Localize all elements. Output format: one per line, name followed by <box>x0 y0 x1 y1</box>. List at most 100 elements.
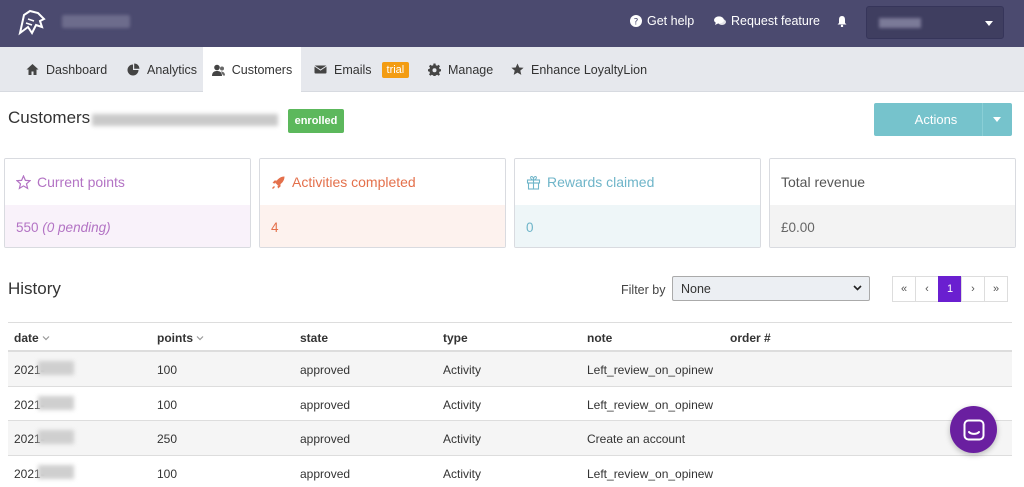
note-cell: Left_review_on_opinew <box>587 363 714 377</box>
sort-chevron-icon <box>42 336 50 341</box>
type-cell: Activity <box>443 466 482 481</box>
type-cell: Activity <box>443 397 482 412</box>
note-cell: Left_review_on_opinew <box>587 397 714 412</box>
star-icon <box>511 63 524 75</box>
column-label: date <box>14 331 39 345</box>
date-redacted <box>38 464 74 479</box>
gift-icon <box>526 175 541 190</box>
page-1-button[interactable]: 1 <box>938 276 962 302</box>
tab-label: Emails <box>334 62 372 77</box>
column-label: points <box>157 331 193 345</box>
next-page-button[interactable]: › <box>961 276 985 302</box>
tab-label: Dashboard <box>46 62 108 77</box>
actions-label: Actions <box>914 112 958 127</box>
chevron-down-icon <box>985 21 993 26</box>
points-cell: 100 <box>157 363 178 377</box>
card-label: Current points <box>37 174 125 190</box>
bell-icon <box>837 16 847 27</box>
card-label: Rewards claimed <box>547 174 655 190</box>
history-title: History <box>8 279 61 298</box>
caret-down-icon <box>993 117 1001 122</box>
envelope-icon <box>314 65 327 74</box>
actions-dropdown-toggle[interactable] <box>982 103 1012 136</box>
pie-chart-icon <box>127 63 140 76</box>
column-header-order: order # <box>730 331 771 345</box>
prev-page-button[interactable]: ‹ <box>915 276 939 302</box>
card-value: 550 (0 pending) <box>5 205 250 247</box>
table-row: 2021- 250 approved Activity Create an ac… <box>8 421 1012 456</box>
column-header-note: note <box>587 331 613 345</box>
points-value: 550 <box>16 219 39 235</box>
chat-icon <box>963 419 984 440</box>
state-cell: approved <box>300 397 351 412</box>
date-redacted <box>38 430 74 444</box>
home-icon <box>26 64 39 75</box>
tab-label: Enhance LoyaltyLion <box>531 62 648 77</box>
main-tabs: Dashboard Analytics Customers Emails tri… <box>0 47 1024 93</box>
tab-dashboard[interactable]: Dashboard <box>26 47 107 92</box>
tab-label: Analytics <box>147 62 198 77</box>
note-cell: Left_review_on_opinew <box>587 466 714 481</box>
chevron-down-icon <box>853 285 862 291</box>
table-row: 2021- 100 approved Activity Left_review_… <box>8 352 1012 387</box>
card-header: Rewards claimed <box>515 159 760 205</box>
pagination: « ‹ 1 › » <box>892 276 1008 302</box>
column-header-date[interactable]: date <box>14 331 50 345</box>
tab-manage[interactable]: Manage <box>428 47 493 92</box>
points-cell: 100 <box>157 397 178 412</box>
pending-points: (0 pending) <box>42 219 111 235</box>
request-feature-label: Request feature <box>731 14 820 28</box>
state-cell: approved <box>300 466 351 481</box>
actions-dropdown-button[interactable]: Actions <box>874 103 1012 136</box>
card-label: Total revenue <box>781 174 866 190</box>
notifications-button[interactable] <box>836 15 848 27</box>
column-header-points[interactable]: points <box>157 331 204 345</box>
comments-icon <box>714 16 726 25</box>
type-cell: Activity <box>443 432 482 446</box>
card-value: 4 <box>260 205 505 247</box>
sort-chevron-icon <box>196 336 204 341</box>
points-cell: 100 <box>157 466 178 481</box>
state-cell: approved <box>300 363 351 377</box>
account-name-redacted <box>879 18 921 28</box>
state-cell: approved <box>300 432 351 446</box>
star-outline-icon <box>16 174 31 190</box>
customer-email-redacted <box>92 114 278 126</box>
total-revenue-card: Total revenue £0.00 <box>769 158 1016 248</box>
date-redacted <box>38 361 74 375</box>
table-row: 2021- 100 approved Activity Left_review_… <box>8 456 1012 487</box>
chat-launcher-button[interactable] <box>950 406 997 453</box>
request-feature-link[interactable]: Request feature <box>714 14 820 28</box>
page-title: Customers <box>8 108 91 127</box>
trial-badge: trial <box>381 61 410 78</box>
get-help-link[interactable]: ? Get help <box>630 14 694 28</box>
card-header: Total revenue <box>770 159 1015 205</box>
tab-label: Customers <box>231 63 293 77</box>
activities-completed-card: Activities completed 4 <box>259 158 506 248</box>
filter-select[interactable]: None <box>672 276 870 301</box>
column-header-type: type <box>443 331 468 345</box>
table-row: 2021- 100 approved Activity Left_review_… <box>8 387 1012 421</box>
get-help-label: Get help <box>647 14 695 28</box>
tab-emails[interactable]: Emails trial <box>314 47 410 92</box>
points-cell: 250 <box>157 432 178 446</box>
card-value: 0 <box>515 205 760 247</box>
users-icon <box>211 64 225 76</box>
svg-text:?: ? <box>634 18 639 28</box>
filter-selected-value: None <box>681 281 711 296</box>
rocket-icon <box>272 176 285 189</box>
card-label: Activities completed <box>292 174 416 190</box>
tab-analytics[interactable]: Analytics <box>127 47 197 92</box>
type-cell: Activity <box>443 363 482 377</box>
date-redacted <box>38 395 74 410</box>
top-navbar: ? Get help Request feature <box>0 0 1024 47</box>
current-points-card: Current points 550 (0 pending) <box>4 158 251 248</box>
tab-label: Manage <box>448 62 494 77</box>
tab-customers[interactable]: Customers <box>203 47 301 93</box>
first-page-button[interactable]: « <box>892 276 916 302</box>
lion-logo-icon[interactable] <box>14 7 48 39</box>
store-name-redacted <box>62 15 130 28</box>
tab-enhance-loyaltylion[interactable]: Enhance LoyaltyLion <box>511 47 647 92</box>
account-dropdown[interactable] <box>866 6 1004 39</box>
last-page-button[interactable]: » <box>984 276 1008 302</box>
